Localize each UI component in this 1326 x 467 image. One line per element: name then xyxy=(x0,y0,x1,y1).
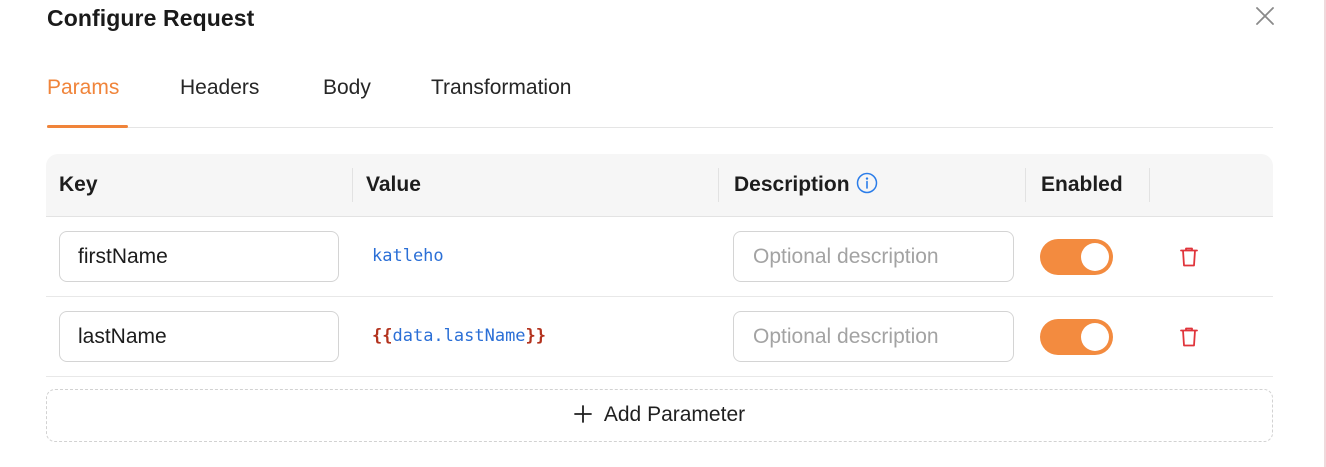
close-button[interactable] xyxy=(1255,6,1275,26)
column-header-key: Key xyxy=(59,173,98,196)
dialog-title: Configure Request xyxy=(47,5,255,31)
add-parameter-label: Add Parameter xyxy=(603,403,746,426)
column-header-description-label: Description xyxy=(734,173,850,196)
enabled-toggle[interactable] xyxy=(1040,319,1113,355)
template-close-brace: }} xyxy=(525,326,547,346)
value-field[interactable]: {{data.lastName}} xyxy=(372,297,546,376)
plus-icon xyxy=(573,392,592,442)
trash-icon xyxy=(1180,247,1198,267)
request-tabs: Params Headers Body Transformation xyxy=(47,72,1273,128)
table-row: lastName {{data.lastName}} Optional desc… xyxy=(46,297,1273,377)
column-divider xyxy=(352,168,353,202)
column-header-enabled: Enabled xyxy=(1041,173,1123,196)
tab-transformation[interactable]: Transformation xyxy=(431,76,571,100)
enabled-toggle[interactable] xyxy=(1040,239,1113,275)
add-parameter-button[interactable]: Add Parameter xyxy=(46,389,1273,442)
value-field[interactable]: katleho xyxy=(372,217,444,296)
tab-params[interactable]: Params xyxy=(47,76,119,100)
column-divider xyxy=(1149,168,1150,202)
column-header-value: Value xyxy=(366,173,421,196)
key-input[interactable]: firstName xyxy=(59,231,339,282)
key-input[interactable]: lastName xyxy=(59,311,339,362)
value-text: katleho xyxy=(372,246,444,266)
tab-headers-label: Headers xyxy=(180,76,260,99)
params-table: Key Value Description Enabled firstName … xyxy=(46,154,1273,377)
column-divider xyxy=(1025,168,1026,202)
tab-body[interactable]: Body xyxy=(323,76,371,100)
description-input[interactable]: Optional description xyxy=(733,231,1014,282)
active-tab-indicator xyxy=(47,125,128,128)
toggle-knob xyxy=(1081,323,1109,351)
description-input[interactable]: Optional description xyxy=(733,311,1014,362)
info-icon[interactable] xyxy=(856,157,878,219)
column-divider xyxy=(718,168,719,202)
column-header-description: Description xyxy=(734,154,878,216)
tab-headers[interactable]: Headers xyxy=(180,76,259,100)
tab-body-label: Body xyxy=(323,76,371,99)
configure-request-dialog: Configure Request Params Headers Body Tr… xyxy=(0,0,1326,467)
tab-transformation-label: Transformation xyxy=(431,76,572,99)
toggle-knob xyxy=(1081,243,1109,271)
trash-icon xyxy=(1180,327,1198,347)
delete-row-button[interactable] xyxy=(1179,326,1199,348)
template-variable: data.lastName xyxy=(392,326,526,346)
delete-row-button[interactable] xyxy=(1179,246,1199,268)
tab-params-label: Params xyxy=(47,76,120,99)
template-open-brace: {{ xyxy=(372,326,393,346)
table-row: firstName katleho Optional description xyxy=(46,217,1273,297)
close-icon xyxy=(1256,7,1274,25)
table-header: Key Value Description Enabled xyxy=(46,154,1273,217)
